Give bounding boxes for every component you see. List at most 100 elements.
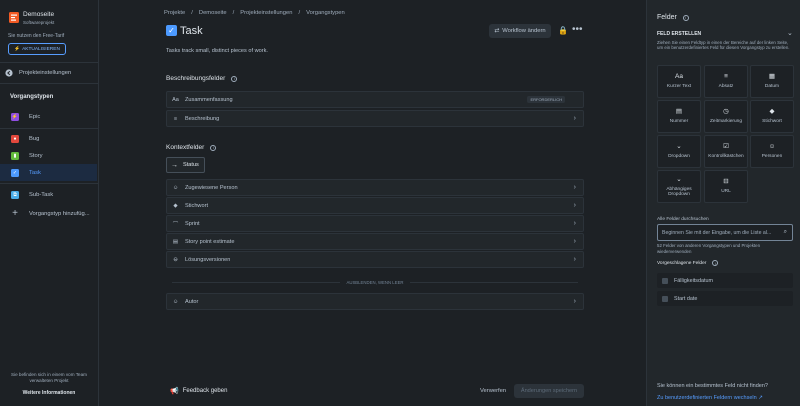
field-reporter[interactable]: ☺ Autor › [166, 293, 584, 310]
field-type-people[interactable]: ☺ Personen [750, 135, 794, 168]
info-icon[interactable]: i [210, 144, 217, 151]
breadcrumb: Projekte / Demoseite / Projekteinstellun… [164, 10, 345, 16]
breadcrumb-project[interactable]: Demoseite [199, 10, 227, 16]
field-sprint[interactable]: ⌒ Sprint › [166, 215, 584, 232]
sidebar-item-epic[interactable]: ⚡ Epic [0, 108, 97, 125]
save-changes-button[interactable]: Änderungen speichern [514, 384, 584, 398]
create-field-heading: FELD ERSTELLEN [657, 31, 702, 37]
field-fix-versions[interactable]: ⊖ Lösungsversionen › [166, 251, 584, 268]
breadcrumb-separator: / [232, 10, 235, 16]
suggested-fields-heading: Vorgeschlagene Felder i [657, 260, 719, 266]
breadcrumb-projects[interactable]: Projekte [164, 10, 185, 16]
upgrade-icon: ⚡ [14, 46, 21, 52]
bug-icon: ● [11, 134, 19, 143]
field-type-labels[interactable]: ◆ Stichwort [750, 100, 794, 133]
chevron-right-icon: › [573, 202, 576, 209]
external-link-icon: ↗ [758, 395, 763, 401]
plan-notice: Sie nutzen den Free-Tarif [8, 33, 65, 39]
chevron-right-icon: › [573, 256, 576, 263]
chevron-right-icon: › [573, 298, 576, 305]
hide-when-empty-divider: AUSBLENDEN, WENN LEER [166, 278, 584, 286]
upgrade-button[interactable]: ⚡ AKTUALISIEREN [8, 43, 66, 55]
issue-type-description[interactable]: Tasks track small, distinct pieces of wo… [166, 48, 268, 54]
field-summary[interactable]: Aa Zusammenfassung ERFORDERLICH [166, 91, 584, 108]
suggested-field-due-date[interactable]: Fälligkeitsdatum [657, 273, 793, 288]
search-fields-input[interactable]: Beginnen Sie mit der Eingabe, um die Lis… [657, 224, 793, 241]
discard-button[interactable]: Verwerfen [480, 388, 506, 394]
change-workflow-button[interactable]: ⇄ Workflow ändern [489, 24, 551, 38]
breadcrumb-separator: / [298, 10, 301, 16]
chevron-right-icon: › [573, 220, 576, 227]
breadcrumb-separator: / [191, 10, 193, 16]
info-icon[interactable]: i [231, 75, 238, 82]
field-type-paragraph[interactable]: ≡ Absatz [704, 65, 748, 98]
description-fields-heading: Beschreibungsfelder i [166, 75, 238, 82]
field-type-dropdown[interactable]: ⌄ Dropdown [657, 135, 701, 168]
project-type: Softwareprojekt [23, 20, 55, 25]
field-type-date[interactable]: ▦ Datum [750, 65, 794, 98]
back-to-project-settings[interactable]: Projekteinstellungen [5, 69, 71, 77]
field-type-number[interactable]: ▤ Nummer [657, 100, 701, 133]
plus-icon: + [12, 208, 18, 219]
person-icon: ☺ [172, 298, 179, 305]
tag-icon: ◆ [173, 202, 178, 209]
field-assignee[interactable]: ☺ Zugewiesene Person › [166, 179, 584, 196]
more-options-icon[interactable]: ••• [572, 24, 583, 35]
sidebar: Demoseite Softwareprojekt Sie nutzen den… [0, 0, 99, 406]
status-field[interactable]: → Status [166, 157, 205, 173]
chevron-right-icon: › [573, 184, 576, 191]
task-icon: ✓ [11, 168, 19, 177]
page-title[interactable]: Task [180, 25, 203, 37]
epic-icon: ⚡ [11, 112, 19, 121]
divider [0, 128, 99, 129]
project-name: Demoseite [23, 11, 55, 18]
chevron-right-icon: › [573, 238, 576, 245]
number-icon: ▤ [172, 238, 179, 245]
field-description[interactable]: ≡ Beschreibung › [166, 110, 584, 127]
calendar-icon: ▦ [768, 73, 776, 80]
sidebar-item-bug[interactable]: ● Bug [0, 130, 97, 147]
field-type-short-text[interactable]: Aa Kurzer Text [657, 65, 701, 98]
number-icon: ▤ [675, 108, 683, 115]
feedback-button[interactable]: 📢 Feedback geben [170, 387, 227, 395]
megaphone-icon: 📢 [170, 388, 179, 395]
sprint-icon: ⌒ [172, 221, 179, 228]
workflow-icon: ⇄ [494, 28, 500, 34]
breadcrumb-issue-types[interactable]: Vorgangstypen [306, 10, 345, 16]
sidebar-item-story[interactable]: ▮ Story [0, 147, 97, 164]
tag-icon: ◆ [769, 108, 775, 115]
required-badge: ERFORDERLICH [527, 96, 565, 103]
info-icon[interactable]: i [712, 260, 719, 266]
field-type-timestamp[interactable]: ◷ Zeitmarkierung [704, 100, 748, 133]
field-type-checkbox[interactable]: ☑ Kontrollkästchen [704, 135, 748, 168]
person-icon: ☺ [172, 184, 179, 191]
search-icon: ⌕ [783, 229, 787, 235]
fields-panel: Felder i FELD ERSTELLEN ⌄ Ziehen Sie ein… [646, 0, 800, 406]
issue-types-heading: Vorgangstypen [10, 94, 54, 100]
field-story-points[interactable]: ▤ Story point estimate › [166, 233, 584, 250]
lock-icon[interactable]: 🔒 [558, 26, 568, 35]
breadcrumb-settings[interactable]: Projekteinstellungen [240, 10, 292, 16]
short-text-icon: Aa [675, 73, 683, 80]
sidebar-item-task[interactable]: ✓ Task [0, 164, 97, 181]
arrow-left-icon [5, 69, 13, 77]
chevron-right-icon: › [573, 115, 576, 122]
field-type-cascading-dropdown[interactable]: ⌄ Abhängiges Dropdown [657, 170, 701, 203]
search-all-fields-label: Alle Felder durchsuchen [657, 217, 709, 222]
add-issue-type-button[interactable]: + Vorgangstyp hinzufüg... [0, 205, 97, 222]
field-type-url[interactable]: ⊟ URL [704, 170, 748, 203]
more-info-link[interactable]: Weitere Informationen [4, 390, 94, 396]
divider [0, 62, 99, 63]
field-labels[interactable]: ◆ Stichwort › [166, 197, 584, 214]
create-field-help: Ziehen Sie einen Feldtyp in einen der Be… [657, 40, 790, 50]
version-icon: ⊖ [173, 256, 178, 263]
story-icon: ▮ [11, 151, 19, 160]
chevron-down-icon[interactable]: ⌄ [787, 29, 793, 37]
custom-fields-link[interactable]: Zu benutzerdefinierten Feldern wechseln … [657, 395, 763, 401]
checkbox-icon: ☑ [723, 143, 729, 150]
info-icon[interactable]: i [682, 14, 689, 21]
sidebar-item-subtask[interactable]: ⧉ Sub-Task [0, 186, 97, 203]
dropdown-icon: ⌄ [676, 143, 682, 150]
suggested-field-start-date[interactable]: Start date [657, 291, 793, 306]
fields-panel-title: Felder i [657, 14, 689, 21]
